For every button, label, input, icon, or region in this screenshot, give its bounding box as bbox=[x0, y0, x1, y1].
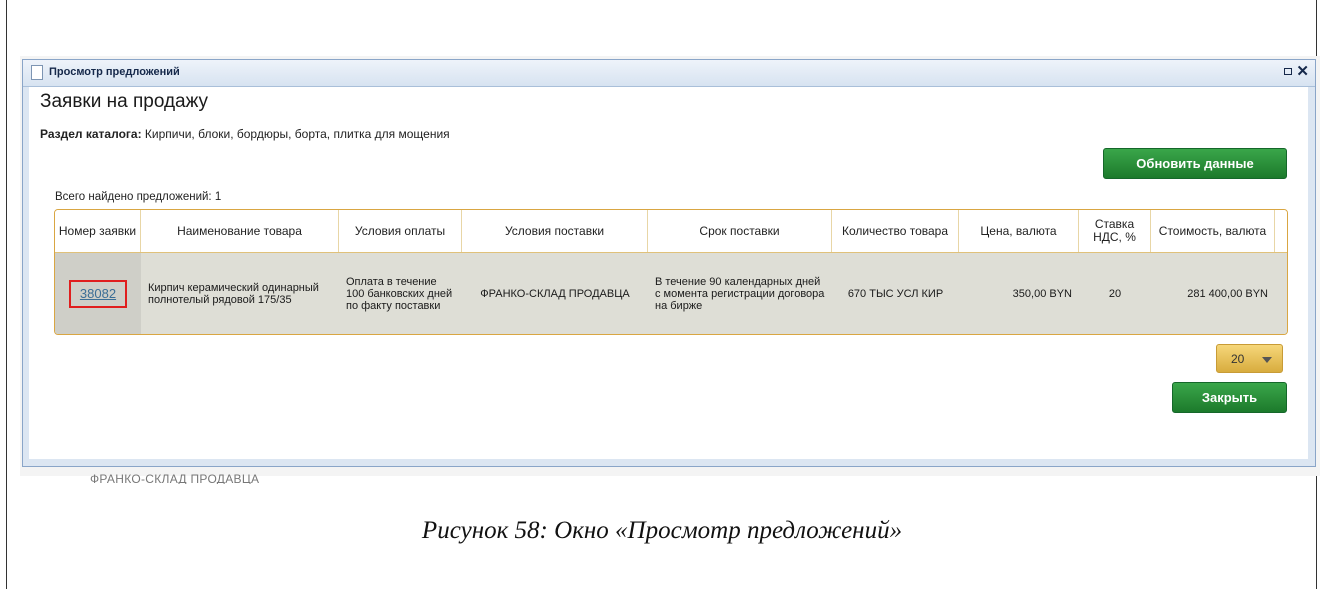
table-header: Номер заявки Наименование товара Условия… bbox=[55, 210, 1287, 253]
order-number-link[interactable]: 38082 bbox=[68, 280, 128, 308]
page-title: Заявки на продажу bbox=[40, 91, 209, 112]
page-size-value: 20 bbox=[1231, 352, 1245, 366]
header-payment[interactable]: Условия оплаты bbox=[339, 210, 462, 252]
window-title: Просмотр предложений bbox=[49, 66, 180, 78]
refresh-button[interactable]: Обновить данные bbox=[1103, 148, 1287, 179]
header-delivery[interactable]: Условия поставки bbox=[462, 210, 648, 252]
header-vat[interactable]: Ставка НДС, % bbox=[1079, 210, 1151, 252]
catalog-value: Кирпичи, блоки, бордюры, борта, плитка д… bbox=[141, 127, 450, 141]
product-cell: Кирпич керамический одинарный полнотелый… bbox=[148, 282, 319, 306]
header-term[interactable]: Срок поставки bbox=[648, 210, 832, 252]
window-content: Заявки на продажу Раздел каталога: Кирпи… bbox=[29, 87, 1308, 459]
offers-table: Номер заявки Наименование товара Условия… bbox=[54, 209, 1288, 335]
header-cost[interactable]: Стоимость, валюта bbox=[1151, 210, 1275, 252]
close-icon[interactable]: ✕ bbox=[1296, 64, 1309, 79]
maximize-icon[interactable] bbox=[1284, 68, 1293, 75]
offers-window: Просмотр предложений ✕ Заявки на продажу… bbox=[22, 59, 1316, 467]
price-cell: 350,00 BYN bbox=[1012, 288, 1072, 300]
chevron-down-icon bbox=[1262, 357, 1272, 363]
background-text: ФРАНКО-СКЛАД ПРОДАВЦА bbox=[90, 472, 260, 484]
term-cell: В течение 90 календарных дней с момента … bbox=[655, 276, 825, 312]
document-icon bbox=[31, 65, 43, 80]
catalog-label: Раздел каталога: bbox=[40, 127, 142, 141]
quantity-cell: 670 ТЫС УСЛ КИР bbox=[847, 288, 944, 300]
found-count: Всего найдено предложений: 1 bbox=[55, 191, 222, 203]
catalog-section: Раздел каталога: Кирпичи, блоки, бордюры… bbox=[40, 127, 450, 141]
header-price[interactable]: Цена, валюта bbox=[959, 210, 1079, 252]
table-row[interactable]: 38082 Кирпич керамический одинарный полн… bbox=[55, 253, 1287, 334]
order-number-cell: 38082 bbox=[55, 253, 141, 334]
page-size-select[interactable]: 20 bbox=[1216, 344, 1283, 373]
window-titlebar: Просмотр предложений ✕ bbox=[23, 60, 1315, 87]
delivery-cell: ФРАНКО-СКЛАД ПРОДАВЦА bbox=[480, 288, 630, 300]
cost-cell: 281 400,00 BYN bbox=[1187, 288, 1268, 300]
header-quantity[interactable]: Количество товара bbox=[832, 210, 959, 252]
header-order-number[interactable]: Номер заявки bbox=[55, 210, 141, 252]
payment-cell: Оплата в течение 100 банковских дней по … bbox=[346, 276, 453, 312]
window-controls: ✕ bbox=[1284, 64, 1309, 79]
vat-cell: 20 bbox=[1108, 288, 1122, 300]
close-button[interactable]: Закрыть bbox=[1172, 382, 1287, 413]
header-product[interactable]: Наименование товара bbox=[141, 210, 339, 252]
figure-caption: Рисунок 58: Окно «Просмотр предложений» bbox=[421, 517, 903, 544]
